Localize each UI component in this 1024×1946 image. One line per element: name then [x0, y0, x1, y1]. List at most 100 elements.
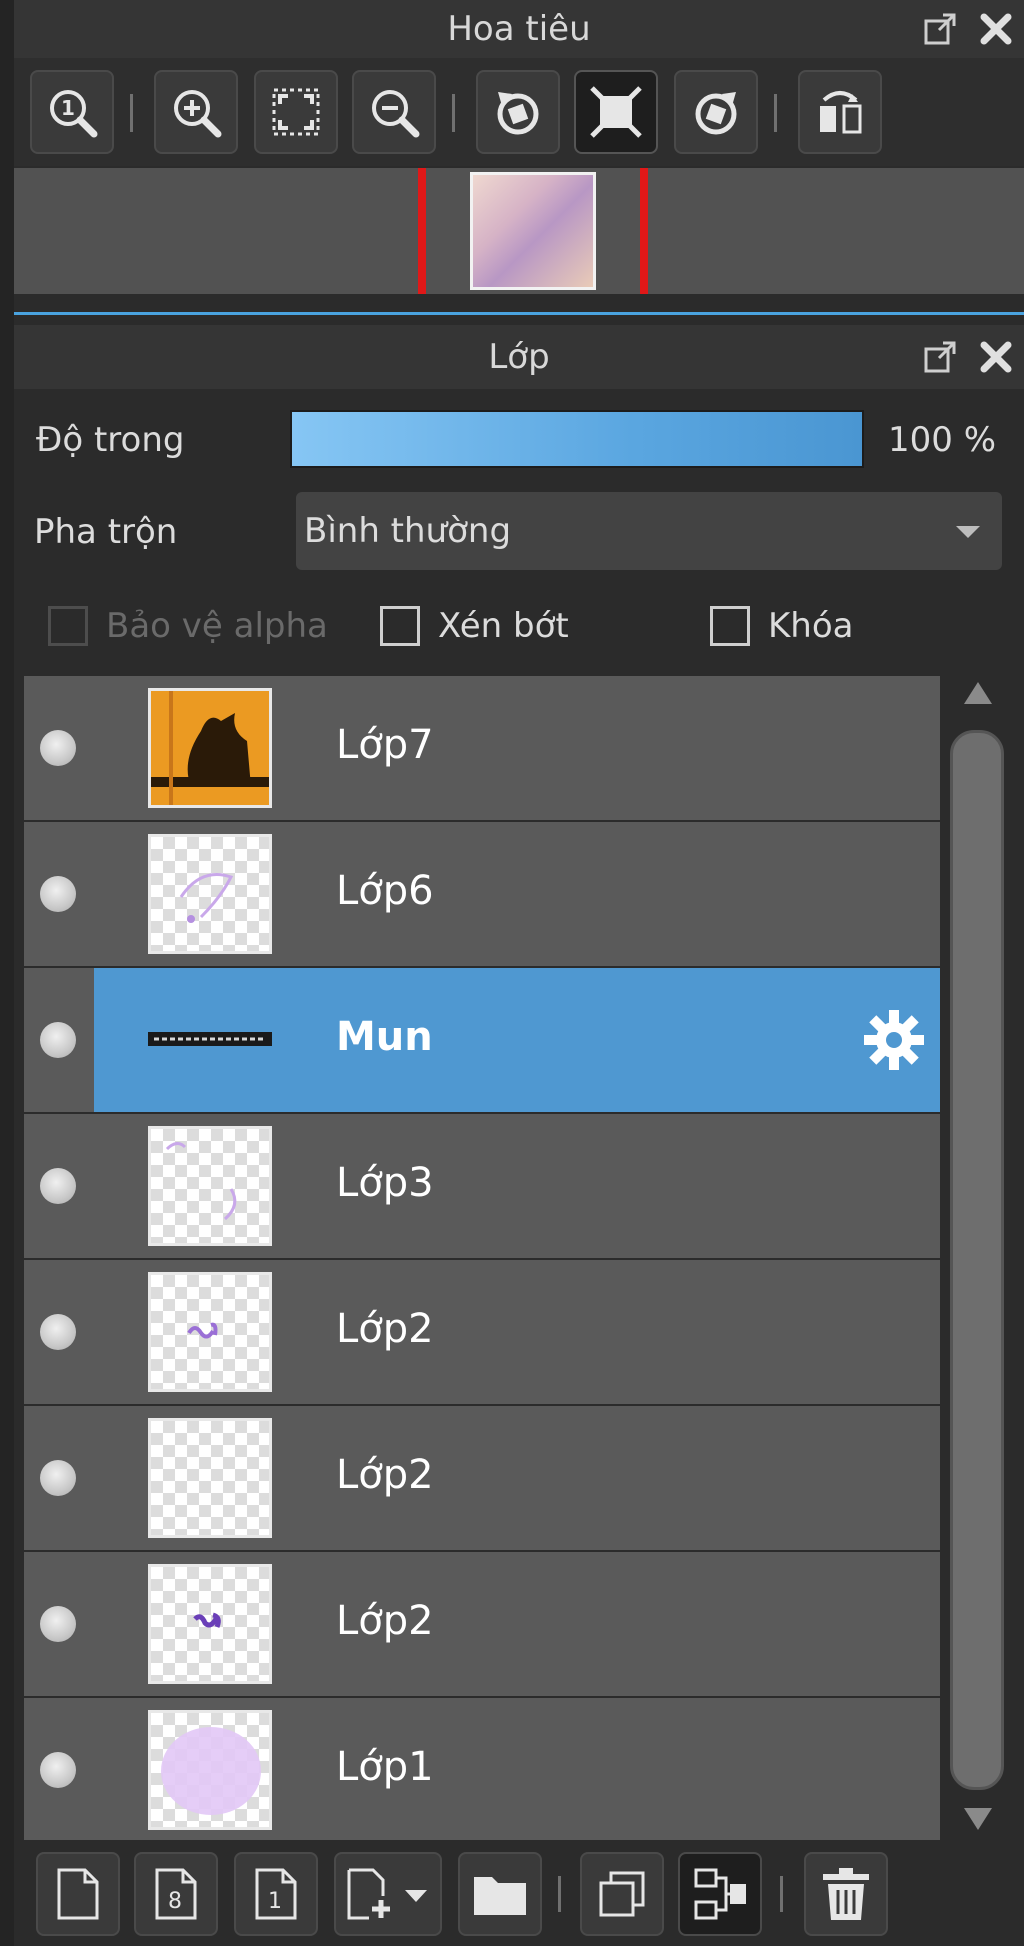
new-layer-icon [57, 1868, 99, 1920]
layer-name: Lớp7 [336, 722, 434, 768]
visibility-toggle[interactable] [40, 1022, 76, 1058]
visibility-toggle[interactable] [40, 1314, 76, 1350]
layer-settings-gear-icon[interactable] [860, 1006, 928, 1074]
scrollbar-thumb[interactable] [950, 730, 1004, 1790]
new-1bit-layer-icon: 1 [255, 1868, 297, 1920]
panel-divider[interactable] [14, 294, 1024, 314]
layer-name: Lớp3 [336, 1160, 434, 1206]
layer-row[interactable]: Lớp7 [24, 676, 940, 820]
new-folder-button[interactable] [458, 1852, 542, 1936]
blend-mode-select[interactable]: Bình thường [296, 492, 1002, 570]
zoom-out-icon [372, 90, 420, 138]
rotate-left-button[interactable] [476, 70, 560, 154]
layer-name: Mun [336, 1014, 433, 1060]
protect-alpha-checkbox [48, 606, 88, 646]
zoom-actual-button[interactable]: 1 [30, 70, 114, 154]
scroll-up-icon[interactable] [964, 682, 992, 704]
scroll-down-icon[interactable] [964, 1808, 992, 1830]
layer-thumbnail [148, 1564, 272, 1684]
reset-view-button[interactable] [574, 70, 658, 154]
popout-icon[interactable] [922, 339, 958, 375]
new-1bit-layer-button[interactable]: 1 [234, 1852, 318, 1936]
clipping-checkbox[interactable] [380, 606, 420, 646]
layer-thumbnail [148, 688, 272, 808]
layer-row[interactable]: Lớp6 [24, 822, 940, 966]
new-layer-button[interactable] [36, 1852, 120, 1936]
merge-down-button[interactable] [678, 1852, 762, 1936]
delete-icon [823, 1868, 869, 1920]
visibility-toggle[interactable] [40, 730, 76, 766]
panel-divider-accent [14, 312, 1024, 315]
layer-name: Lớp1 [336, 1744, 434, 1790]
navigator-toolbar: 1 [14, 58, 1024, 166]
visibility-toggle[interactable] [40, 1168, 76, 1204]
left-edge [0, 0, 14, 1946]
blend-label: Pha trộn [34, 512, 178, 552]
new-8bit-layer-button[interactable]: 8 [134, 1852, 218, 1936]
new-8bit-layer-icon: 8 [155, 1868, 197, 1920]
protect-alpha-label: Bảo vệ alpha [106, 606, 328, 646]
rotate-left-icon [497, 92, 539, 135]
popout-icon[interactable] [922, 11, 958, 47]
opacity-slider[interactable] [290, 410, 864, 468]
layer-row[interactable]: Lớp1 [24, 1698, 940, 1842]
zoom-out-button[interactable] [352, 70, 436, 154]
svg-text:8: 8 [168, 1889, 182, 1914]
layer-name: Lớp2 [336, 1306, 434, 1352]
layer-list: Lớp7 Lớp6 Mun Lớp3 Lớp2 Lớp2 Lớp2 Lớp1 [24, 676, 940, 1842]
layer-thumbnail [148, 834, 272, 954]
navigator-title: Hoa tiêu [447, 9, 591, 49]
lock-checkbox[interactable] [710, 606, 750, 646]
layer-row[interactable]: Lớp2 [24, 1406, 940, 1550]
layer-thumbnail [148, 1418, 272, 1538]
svg-text:1: 1 [268, 1889, 282, 1914]
add-layer-menu-icon [347, 1868, 427, 1920]
canvas-thumbnail [470, 172, 596, 290]
layer-row-selected[interactable]: Mun [24, 968, 940, 1112]
layer-row[interactable]: Lớp3 [24, 1114, 940, 1258]
fit-screen-icon [272, 88, 320, 136]
close-icon[interactable] [978, 339, 1014, 375]
layer-name: Lớp6 [336, 868, 434, 914]
layer-thumbnail [148, 1272, 272, 1392]
separator [780, 1876, 783, 1912]
layer-row[interactable]: Lớp2 [24, 1552, 940, 1696]
flip-horizontal-button[interactable] [798, 70, 882, 154]
separator [558, 1876, 561, 1912]
separator [774, 94, 777, 132]
close-icon[interactable] [978, 11, 1014, 47]
lock-label: Khóa [768, 606, 854, 646]
visibility-toggle[interactable] [40, 1460, 76, 1496]
layer-thumbnail [148, 980, 272, 1100]
navigator-preview[interactable] [14, 168, 1024, 294]
folder-icon [474, 1877, 526, 1915]
chevron-down-icon [956, 526, 980, 538]
duplicate-layer-button[interactable] [580, 1852, 664, 1936]
view-bound-left [418, 168, 426, 294]
visibility-toggle[interactable] [40, 1606, 76, 1642]
layer-thumbnail [148, 1126, 272, 1246]
layer-row[interactable]: Lớp2 [24, 1260, 940, 1404]
zoom-actual-icon: 1 [50, 90, 98, 138]
clipping-label: Xén bớt [438, 606, 569, 646]
svg-text:1: 1 [61, 96, 75, 120]
view-bound-right [640, 168, 648, 294]
opacity-value: 100 % [888, 420, 997, 460]
zoom-in-icon [174, 90, 222, 138]
navigator-header: Hoa tiêu [14, 0, 1024, 58]
layer-list-scrollbar[interactable] [944, 676, 1012, 1836]
layer-name: Lớp2 [336, 1452, 434, 1498]
visibility-toggle[interactable] [40, 876, 76, 912]
reset-view-icon [590, 86, 642, 138]
visibility-toggle[interactable] [40, 1752, 76, 1788]
rotate-right-button[interactable] [674, 70, 758, 154]
delete-layer-button[interactable] [804, 1852, 888, 1936]
fit-screen-button[interactable] [254, 70, 338, 154]
flip-horizontal-icon [820, 91, 862, 134]
layer-name: Lớp2 [336, 1598, 434, 1644]
app-root: Hoa tiêu 1 Lớp Độ trong 100 % Pha trộn B… [0, 0, 1024, 1946]
layers-header: Lớp [14, 325, 1024, 389]
duplicate-layer-icon [599, 1871, 645, 1917]
zoom-in-button[interactable] [154, 70, 238, 154]
add-layer-menu-button[interactable] [334, 1852, 442, 1936]
